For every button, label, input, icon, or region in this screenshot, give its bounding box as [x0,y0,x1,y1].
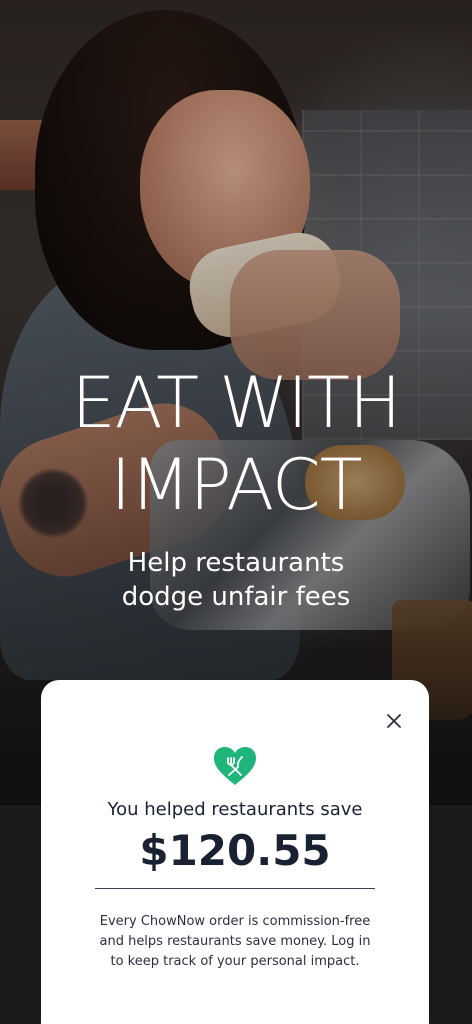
subhead-line-1: Help restaurants [127,548,345,578]
headline-line-2: IMPACT [110,444,362,526]
headline-line-1: EAT WITH [71,362,402,444]
hero-headline: EAT WITH IMPACT [0,362,472,526]
impact-amount: $120.55 [139,826,331,875]
app-screen: EAT WITH IMPACT Help restaurants dodge u… [0,0,472,1024]
heart-fork-knife-icon [214,747,256,785]
close-button[interactable] [383,710,405,732]
description-line-2: and helps restaurants save money. Log in [99,934,371,949]
impact-title: You helped restaurants save [107,799,363,820]
subhead-line-2: dodge unfair fees [121,582,351,612]
description-line-1: Every ChowNow order is commission-free [99,914,371,929]
hero-subheadline: Help restaurants dodge unfair fees [0,546,472,614]
impact-description: Every ChowNow order is commission-free a… [81,912,389,972]
impact-card: You helped restaurants save $120.55 Ever… [41,680,429,1024]
close-icon[interactable] [383,710,405,732]
description-line-3: to keep track of your personal impact. [110,954,360,969]
divider [95,888,375,889]
